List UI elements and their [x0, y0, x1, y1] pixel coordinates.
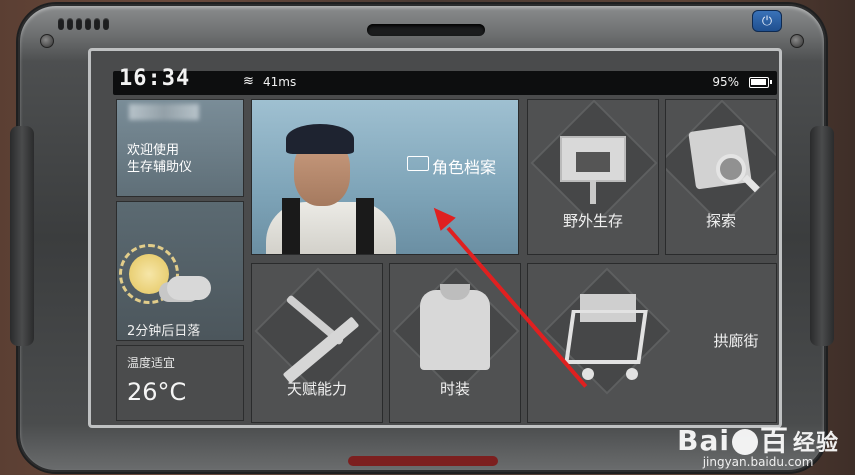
- device-shell: ⏻ 16:34 ≋ 41ms 95% 欢迎使用 生存辅助仪 2分钟后日落 温度适…: [10, 4, 834, 472]
- tile-talent-label: 天赋能力: [286, 380, 347, 398]
- podium-icon: [576, 152, 610, 172]
- jacket-icon: [420, 290, 490, 370]
- ping-value: 41ms: [263, 75, 297, 89]
- sunset-text: 2分钟后日落: [127, 324, 201, 339]
- temperature-label: 温度适宜: [127, 356, 176, 370]
- tile-talent[interactable]: 天赋能力: [251, 263, 383, 423]
- paw-icon: [731, 429, 758, 455]
- tile-explore-label: 探索: [705, 212, 736, 230]
- welcome-text: 欢迎使用 生存辅助仪: [127, 143, 193, 175]
- tile-wild-label: 野外生存: [562, 212, 623, 230]
- wifi-icon: ≋: [243, 74, 254, 89]
- sun-icon: [129, 254, 169, 294]
- bottom-slot: [348, 456, 498, 466]
- character-cap: [286, 124, 354, 154]
- right-grip: [810, 126, 834, 346]
- welcome-card: 欢迎使用 生存辅助仪: [116, 99, 244, 197]
- player-name-blurred: [129, 104, 199, 120]
- status-bar: 16:34 ≋ 41ms 95%: [113, 66, 777, 95]
- tile-arcade-label: 拱廊街: [713, 332, 759, 350]
- id-card-icon: [407, 156, 429, 171]
- left-column: 欢迎使用 生存辅助仪 2分钟后日落 温度适宜 26°C: [116, 99, 244, 421]
- battery-percent: 95%: [712, 75, 739, 89]
- temperature-value: 26°C: [127, 378, 187, 406]
- left-grip: [10, 126, 34, 346]
- temperature-card: 温度适宜 26°C: [116, 345, 244, 421]
- tile-fashion-label: 时装: [439, 380, 470, 398]
- cloud-icon: [167, 276, 211, 300]
- weather-card: 2分钟后日落: [116, 201, 244, 341]
- screw-icon: [790, 34, 804, 48]
- speaker-grille: [58, 18, 109, 30]
- power-button[interactable]: ⏻: [752, 10, 782, 32]
- top-slot: [367, 24, 485, 36]
- baidu-logo: Bai 百经验: [677, 424, 839, 457]
- clock: 16:34: [119, 66, 191, 91]
- battery-icon: [749, 77, 772, 88]
- power-icon: ⏻: [761, 13, 773, 29]
- backpack-strap: [282, 198, 300, 254]
- tile-character-profile[interactable]: 角色档案: [251, 99, 519, 255]
- tile-wild-survival[interactable]: 野外生存: [527, 99, 659, 255]
- tile-arcade[interactable]: 拱廊街: [527, 263, 777, 423]
- backpack-strap: [356, 198, 374, 254]
- tile-explore[interactable]: 探索: [665, 99, 777, 255]
- tile-profile-label: 角色档案: [432, 158, 497, 177]
- baidu-watermark: Bai 百经验 jingyan.baidu.com: [677, 419, 839, 469]
- screw-icon: [40, 34, 54, 48]
- device-screen: 16:34 ≋ 41ms 95% 欢迎使用 生存辅助仪 2分钟后日落 温度适宜 …: [88, 48, 782, 428]
